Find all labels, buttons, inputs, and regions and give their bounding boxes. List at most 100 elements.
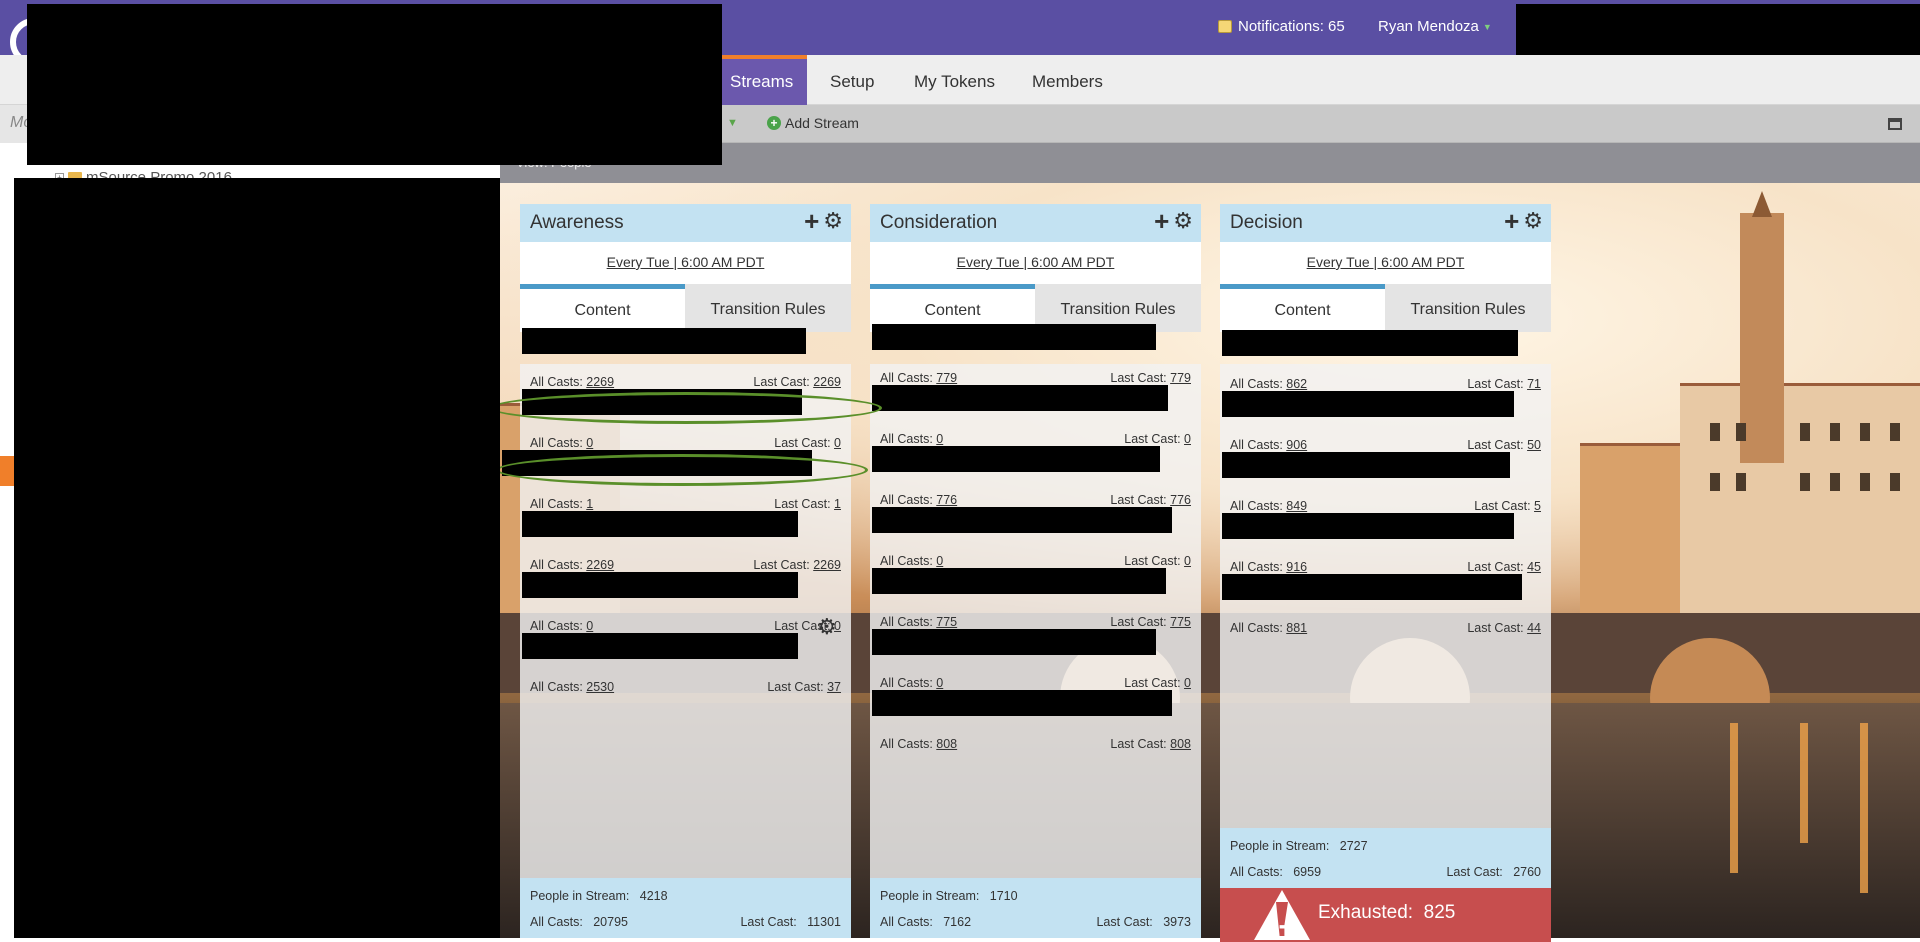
last-cast-value[interactable]: 71 [1527, 377, 1541, 391]
tab-my-tokens[interactable]: My Tokens [900, 55, 1009, 105]
all-casts-value[interactable]: 906 [1286, 438, 1307, 452]
all-casts-value[interactable]: 2269 [586, 375, 614, 389]
tab-content[interactable]: Content [1220, 284, 1385, 332]
last-cast-value[interactable]: 0 [834, 436, 841, 450]
all-casts: All Casts: 2269 [530, 558, 615, 572]
schedule-link[interactable]: Every Tue | 6:00 AM PDT [957, 254, 1115, 270]
tab-streams[interactable]: Streams [716, 55, 808, 105]
exhausted-banner[interactable]: Exhausted: 825 [1220, 888, 1551, 942]
gear-icon[interactable]: ⚙ [817, 614, 837, 640]
last-cast-value[interactable]: 779 [1170, 371, 1191, 385]
last-cast-value[interactable]: 5 [1534, 499, 1541, 513]
all-casts-value[interactable]: 0 [936, 432, 943, 446]
last-cast: Last Cast: 1 [774, 497, 841, 511]
last-cast-value[interactable]: 50 [1527, 438, 1541, 452]
last-cast: Last Cast: 808 [1110, 737, 1191, 751]
all-casts-value[interactable]: 776 [936, 493, 957, 507]
all-casts-value[interactable]: 881 [1286, 621, 1307, 635]
last-cast-value[interactable]: 1 [834, 497, 841, 511]
tab-content[interactable]: Content [520, 284, 685, 332]
column-title: Awareness [530, 212, 624, 233]
column-header: Awareness + ⚙ [520, 204, 851, 242]
tab-setup[interactable]: Setup [816, 55, 888, 105]
all-casts-value[interactable]: 775 [936, 615, 957, 629]
all-casts: All Casts: 2530 [530, 680, 615, 694]
content-item-name-redacted[interactable] [872, 690, 1172, 716]
highlight-oval [496, 454, 868, 486]
all-casts: All Casts: 881 [1230, 621, 1308, 635]
schedule-link[interactable]: Every Tue | 6:00 AM PDT [607, 254, 765, 270]
column-schedule: Every Tue | 6:00 AM PDT [1220, 242, 1551, 284]
all-casts-value[interactable]: 0 [586, 436, 593, 450]
schedule-link[interactable]: Every Tue | 6:00 AM PDT [1307, 254, 1465, 270]
last-cast-value[interactable]: 775 [1170, 615, 1191, 629]
last-cast-total: Last Cast: 11301 [740, 915, 841, 929]
chevron-down-icon: ▼ [1482, 21, 1492, 32]
column-tabs: Content Transition Rules [520, 284, 851, 332]
content-item-name-redacted[interactable] [522, 511, 798, 537]
last-cast-value[interactable]: 808 [1170, 737, 1191, 751]
add-content-icon[interactable]: + [1154, 208, 1169, 234]
all-casts: All Casts: 0 [530, 436, 594, 450]
highlight-oval [490, 392, 882, 424]
tab-transition-rules[interactable]: Transition Rules [685, 284, 851, 332]
content-item-name-redacted[interactable] [522, 572, 798, 598]
all-casts-value[interactable]: 849 [1286, 499, 1307, 513]
tab-transition-rules[interactable]: Transition Rules [1385, 284, 1551, 332]
last-cast-value[interactable]: 45 [1527, 560, 1541, 574]
all-casts-value[interactable]: 2269 [586, 558, 614, 572]
all-casts: All Casts: 775 [880, 615, 958, 629]
content-item-name-redacted[interactable] [1222, 391, 1514, 417]
last-cast-value[interactable]: 37 [827, 680, 841, 694]
content-item-name-redacted[interactable] [872, 446, 1160, 472]
last-cast-value[interactable]: 0 [1184, 554, 1191, 568]
gear-icon[interactable]: ⚙ [1173, 210, 1193, 232]
gear-icon[interactable]: ⚙ [1523, 210, 1543, 232]
user-menu[interactable]: Ryan Mendoza ▼ [1378, 18, 1492, 35]
gear-icon[interactable]: ⚙ [823, 210, 843, 232]
add-stream-button[interactable]: + Add Stream [767, 115, 859, 131]
content-item-name-redacted[interactable] [522, 633, 798, 659]
content-item-name-redacted[interactable] [872, 629, 1156, 655]
add-content-icon[interactable]: + [1504, 208, 1519, 234]
all-casts: All Casts: 0 [880, 432, 944, 446]
content-item-name-redacted[interactable] [1222, 513, 1514, 539]
content-item-name-redacted[interactable] [1222, 330, 1518, 356]
all-casts-value[interactable]: 862 [1286, 377, 1307, 391]
last-cast-value[interactable]: 2269 [813, 558, 841, 572]
content-item-name-redacted[interactable] [872, 507, 1172, 533]
all-casts-value[interactable]: 0 [586, 619, 593, 633]
stream-column-consideration: Consideration + ⚙ Every Tue | 6:00 AM PD… [870, 204, 1201, 938]
all-casts: All Casts: 776 [880, 493, 958, 507]
content-item-name-redacted[interactable] [1222, 452, 1510, 478]
last-cast: Last Cast: 37 [767, 680, 841, 694]
all-casts-value[interactable]: 808 [936, 737, 957, 751]
all-casts-value[interactable]: 0 [936, 554, 943, 568]
last-cast-value[interactable]: 44 [1527, 621, 1541, 635]
all-casts-value[interactable]: 779 [936, 371, 957, 385]
last-cast: Last Cast: 779 [1110, 371, 1191, 385]
content-item-name-redacted[interactable] [872, 568, 1166, 594]
last-cast-value[interactable]: 0 [1184, 432, 1191, 446]
sidebar-collapse-handle[interactable] [0, 456, 14, 486]
all-casts-value[interactable]: 916 [1286, 560, 1307, 574]
all-casts-value[interactable]: 1 [586, 497, 593, 511]
last-cast-value[interactable]: 776 [1170, 493, 1191, 507]
content-item-name-redacted[interactable] [872, 385, 1168, 411]
last-cast-value[interactable]: 2269 [813, 375, 841, 389]
redacted-block [1516, 4, 1920, 58]
all-casts-value[interactable]: 2530 [586, 680, 614, 694]
column-header: Decision + ⚙ [1220, 204, 1551, 242]
chevron-down-icon[interactable]: ▼ [727, 117, 738, 129]
window-toggle-icon[interactable] [1888, 118, 1902, 130]
content-item-stats: All Casts: 808 Last Cast: 808 [870, 734, 1201, 756]
last-cast-value[interactable]: 0 [1184, 676, 1191, 690]
content-item-name-redacted[interactable] [1222, 574, 1522, 600]
tab-members[interactable]: Members [1018, 55, 1117, 105]
add-content-icon[interactable]: + [804, 208, 819, 234]
notifications-link[interactable]: Notifications: 65 [1218, 18, 1345, 35]
content-item-name-redacted[interactable] [522, 328, 806, 354]
all-casts-value[interactable]: 0 [936, 676, 943, 690]
content-item-name-redacted[interactable] [872, 324, 1156, 350]
all-casts: All Casts: 849 [1230, 499, 1308, 513]
